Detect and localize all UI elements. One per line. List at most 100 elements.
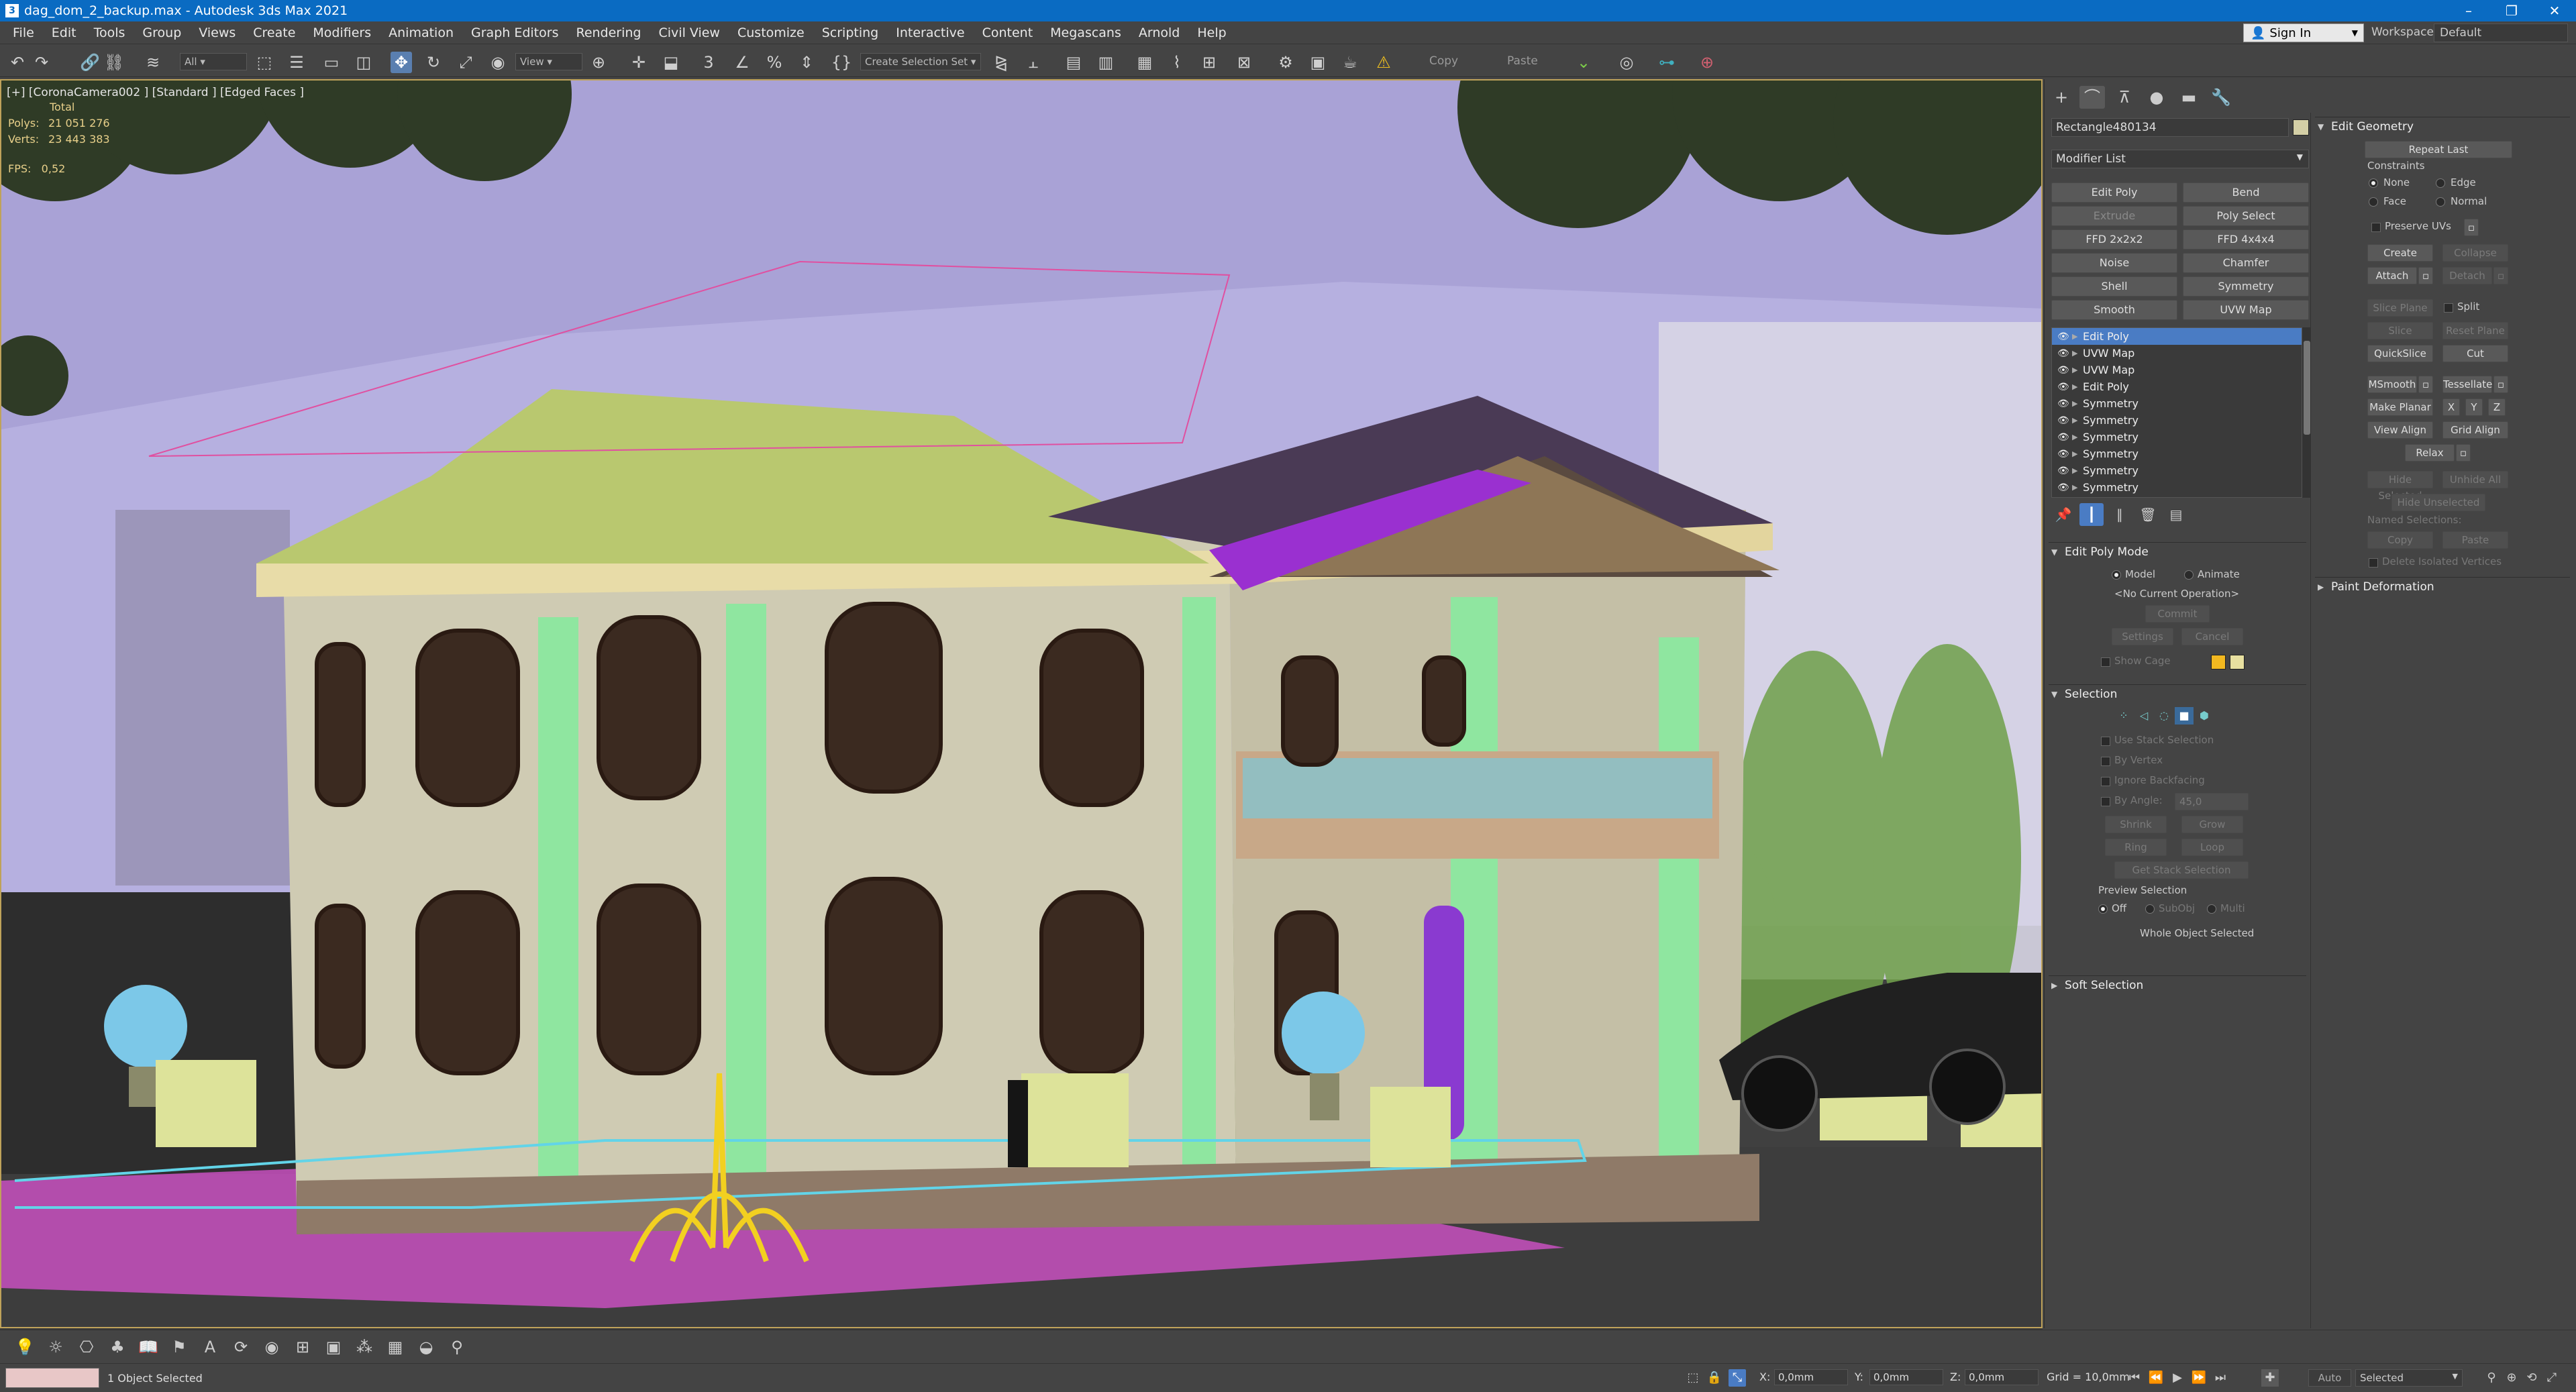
undo-icon[interactable]: ↶ <box>7 52 28 73</box>
commit-button[interactable]: Commit <box>2145 605 2210 623</box>
menu-rendering[interactable]: Rendering <box>567 25 650 40</box>
modifier-button-chamfer[interactable]: Chamfer <box>2183 253 2309 273</box>
viewport-label[interactable]: [+] [CoronaCamera002 ] [Standard ] [Edge… <box>7 86 304 99</box>
paste-button[interactable]: Paste <box>1507 54 1538 68</box>
expand-icon[interactable]: ▶ <box>2072 332 2083 341</box>
select-and-move-icon[interactable]: ✥ <box>391 52 412 73</box>
named-paste-button[interactable]: Paste <box>2442 531 2508 549</box>
show-cage-checkbox[interactable] <box>2101 657 2110 667</box>
relax-button[interactable]: Relax <box>2405 444 2455 462</box>
split-checkbox[interactable] <box>2444 303 2453 313</box>
modifier-button-bend[interactable]: Bend <box>2183 182 2309 203</box>
planar-y-button[interactable]: Y <box>2465 398 2483 416</box>
modify-tab-icon[interactable]: ⌒ <box>2079 86 2105 109</box>
modifier-button-poly-select[interactable]: Poly Select <box>2183 206 2309 226</box>
scene-explorer-icon[interactable]: ▤ <box>1063 52 1084 73</box>
stack-item[interactable]: 👁 ▶ Edit Poly <box>2052 378 2302 395</box>
animate-radio[interactable] <box>2184 570 2194 580</box>
constraint-edge-radio[interactable] <box>2436 178 2445 188</box>
scatter-icon[interactable]: ⁂ <box>353 1336 376 1358</box>
polygon-mode-icon[interactable]: ■ <box>2175 707 2194 725</box>
go-to-end-icon[interactable]: ⏭ <box>2212 1369 2229 1387</box>
expand-icon[interactable]: ▶ <box>2072 416 2083 425</box>
snaps-toggle-icon[interactable]: 3 <box>698 52 719 73</box>
eye-icon[interactable]: 👁 <box>2057 482 2072 493</box>
select-manipulate-icon[interactable]: ✛ <box>628 52 650 73</box>
stack-item[interactable]: 👁 ▶ Symmetry <box>2052 445 2302 462</box>
menu-edit[interactable]: Edit <box>43 25 85 40</box>
preserve-uvs-checkbox[interactable] <box>2371 223 2381 232</box>
object-color-swatch[interactable] <box>2293 119 2309 136</box>
paint-deformation-rollout[interactable]: ▶ Paint Deformation <box>2315 577 2570 596</box>
selection-filter-dropdown[interactable]: All ▾ <box>180 53 247 70</box>
rotate-icon[interactable]: ⟳ <box>229 1336 252 1358</box>
frame-icon[interactable]: ▣ <box>322 1336 345 1358</box>
menu-create[interactable]: Create <box>244 25 304 40</box>
expand-icon[interactable]: ▶ <box>2072 433 2083 441</box>
constraint-none-radio[interactable] <box>2369 178 2378 188</box>
zoom-all-icon[interactable]: ⊕ <box>2503 1369 2520 1387</box>
constraint-face-radio[interactable] <box>2369 197 2378 207</box>
set-key-icon[interactable]: ✚ <box>2261 1369 2279 1387</box>
model-radio[interactable] <box>2112 570 2121 580</box>
ring-button[interactable]: Ring <box>2105 839 2167 856</box>
tessellate-button[interactable]: Tessellate <box>2442 376 2492 393</box>
get-stack-selection-button[interactable]: Get Stack Selection <box>2114 861 2249 879</box>
grow-button[interactable]: Grow <box>2181 816 2243 833</box>
cage-color-swatch[interactable] <box>2211 655 2226 670</box>
modifier-button-smooth[interactable]: Smooth <box>2051 300 2177 320</box>
absolute-mode-icon[interactable]: ⤡ <box>1729 1369 1746 1387</box>
repeat-last-button[interactable]: Repeat Last <box>2365 141 2512 158</box>
ignore-backfacing-checkbox[interactable] <box>2101 777 2110 786</box>
trees-icon[interactable]: ♣ <box>106 1336 129 1358</box>
orbit-icon[interactable]: ⟲ <box>2523 1369 2540 1387</box>
close-icon[interactable]: ✕ <box>2533 0 2576 21</box>
perspective-viewport[interactable] <box>0 79 2043 1328</box>
expand-icon[interactable]: ▶ <box>2072 349 2083 358</box>
create-tab-icon[interactable]: + <box>2049 86 2074 109</box>
isolate-selection-icon[interactable]: ◎ <box>1616 52 1637 73</box>
stack-item[interactable]: 👁 ▶ UVW Map <box>2052 345 2302 362</box>
stack-item[interactable]: 👁 ▶ Symmetry <box>2052 429 2302 445</box>
msmooth-button[interactable]: MSmooth <box>2367 376 2417 393</box>
cancel-button[interactable]: Cancel <box>2181 628 2243 645</box>
menu-file[interactable]: File <box>4 25 43 40</box>
corona-lightbulb-icon[interactable]: 💡 <box>13 1336 36 1358</box>
menu-civil-view[interactable]: Civil View <box>650 25 729 40</box>
spinner-snap-icon[interactable]: ⇕ <box>796 52 817 73</box>
show-end-result-icon[interactable]: ┃ <box>2079 503 2104 526</box>
element-mode-icon[interactable]: ⬢ <box>2195 707 2214 725</box>
x-coordinate-field[interactable]: 0,0mm <box>1774 1369 1848 1385</box>
menu-views[interactable]: Views <box>190 25 244 40</box>
delete-isolated-checkbox[interactable] <box>2369 558 2378 568</box>
expand-icon[interactable]: ▶ <box>2072 483 2083 492</box>
selection-lock-icon[interactable]: 🔒 <box>1706 1369 1723 1387</box>
expand-icon[interactable]: ▶ <box>2072 449 2083 458</box>
mirror-icon[interactable]: ⧎ <box>990 52 1012 73</box>
named-selection-set-dropdown[interactable]: Create Selection Set ▾ <box>860 53 981 70</box>
display-tab-icon[interactable]: ▬ <box>2176 86 2202 109</box>
maxscript-listener[interactable] <box>5 1368 99 1388</box>
modifier-button-ffd-4x4x4[interactable]: FFD 4x4x4 <box>2183 229 2309 250</box>
stack-item[interactable]: 👁 ▶ Edit Poly <box>2052 328 2302 345</box>
relax-settings-icon[interactable]: ▫ <box>2456 444 2471 462</box>
object-name-field[interactable]: Rectangle480134 <box>2051 118 2289 137</box>
utilities-tab-icon[interactable]: 🔧 <box>2208 86 2234 109</box>
view-align-button[interactable]: View Align <box>2367 421 2433 439</box>
named-copy-button[interactable]: Copy <box>2367 531 2433 549</box>
keyboard-shortcut-override-icon[interactable]: ⬓ <box>660 52 682 73</box>
menu-group[interactable]: Group <box>134 25 190 40</box>
crosshair-icon[interactable]: ⊞ <box>291 1336 314 1358</box>
text-icon[interactable]: A <box>199 1336 221 1358</box>
eye-icon[interactable]: 👁 <box>2057 449 2072 460</box>
book-icon[interactable]: 📖 <box>137 1336 160 1358</box>
isolate-icon[interactable]: ⬚ <box>1684 1369 1702 1387</box>
selection-rollout[interactable]: ▼ Selection <box>2049 684 2306 703</box>
go-to-start-icon[interactable]: ⏮ <box>2126 1369 2143 1387</box>
eye-icon[interactable]: 👁 <box>2057 415 2072 426</box>
hierarchy-tab-icon[interactable]: ⊼ <box>2112 86 2137 109</box>
eye-icon[interactable]: ◒ <box>415 1336 437 1358</box>
grid-align-button[interactable]: Grid Align <box>2442 421 2508 439</box>
planar-z-button[interactable]: Z <box>2488 398 2506 416</box>
redo-icon[interactable]: ↷ <box>31 52 52 73</box>
